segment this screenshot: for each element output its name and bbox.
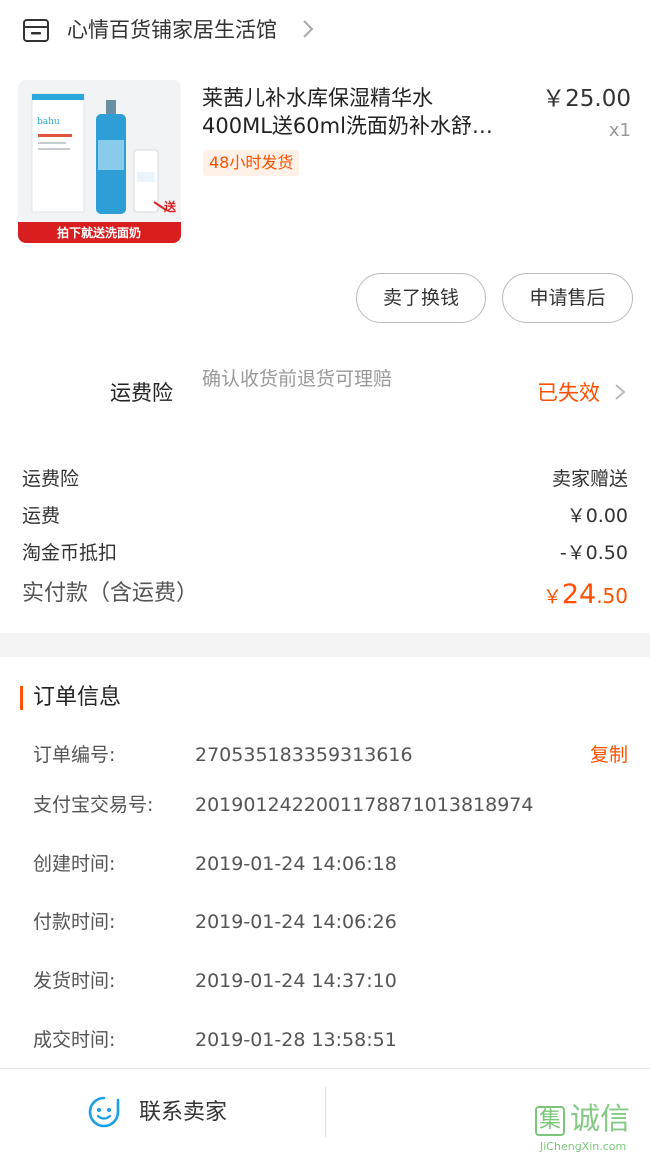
cost-value-shipping: ￥0.00	[566, 505, 628, 527]
insurance-status[interactable]: 已失效	[537, 377, 600, 409]
product-price: ￥25.00	[542, 86, 631, 112]
alipay-trade-label: 支付宝交易号:	[33, 794, 154, 816]
gift-tag-text: 送	[163, 199, 177, 214]
order-number-value: 270535183359313616	[195, 744, 413, 766]
cost-value-coin-discount: -￥0.50	[559, 542, 628, 564]
brand-text: bahu	[37, 117, 60, 127]
cost-label-insurance: 运费险	[22, 468, 80, 490]
insurance-label: 运费险	[110, 381, 173, 405]
section-divider	[0, 633, 650, 657]
product-photo: 送 bahu 拍下就送洗面奶	[18, 80, 181, 243]
completed-time-label: 成交时间:	[33, 1029, 116, 1051]
created-time-label: 创建时间:	[33, 853, 116, 875]
shipped-time-value: 2019-01-24 14:37:10	[195, 970, 397, 992]
shop-header[interactable]: 心情百货铺家居生活馆	[0, 0, 650, 60]
chevron-right-icon[interactable]	[614, 380, 626, 404]
order-number-label: 订单编号:	[33, 744, 116, 766]
shipped-time-label: 发货时间:	[33, 970, 116, 992]
paid-decimal: .50	[596, 584, 628, 608]
watermark-url: JiChengXin.com	[540, 1140, 627, 1153]
cost-label-coin-discount: 淘金币抵扣	[22, 542, 118, 564]
created-time-value: 2019-01-24 14:06:18	[195, 853, 397, 875]
watermark-name: 诚信	[570, 1102, 630, 1137]
product-title-line1: 莱茜儿补水库保湿精华水	[202, 86, 433, 110]
product-title-line2: 400ML送60ml洗面奶补水舒…	[202, 114, 493, 138]
paid-amount: ￥24.50	[543, 578, 628, 615]
completed-time-value: 2019-01-28 13:58:51	[195, 1029, 397, 1051]
paid-currency: ￥	[542, 586, 562, 608]
image-banner-text: 拍下就送洗面奶	[57, 225, 141, 240]
product-image[interactable]: 送 bahu 拍下就送洗面奶	[18, 80, 181, 243]
paid-time-value: 2019-01-24 14:06:26	[195, 911, 397, 933]
product-title[interactable]: 莱茜儿补水库保湿精华水 400ML送60ml洗面奶补水舒…	[202, 84, 532, 140]
watermark-logo: 集	[535, 1106, 565, 1136]
copy-button[interactable]: 复制	[590, 741, 628, 769]
cost-label-shipping: 运费	[22, 505, 61, 527]
order-info-title: 订单信息	[33, 685, 122, 710]
shop-icon	[23, 19, 49, 42]
section-accent-bar	[20, 686, 23, 710]
product-quantity: x1	[608, 120, 631, 141]
bottom-divider	[325, 1087, 326, 1137]
paid-integer: 24	[561, 579, 597, 610]
contact-seller-icon[interactable]	[87, 1095, 121, 1129]
paid-label: 实付款（含运费）	[22, 581, 199, 606]
chevron-right-icon	[303, 20, 314, 38]
alipay-trade-value: 2019012422001178871013818974	[195, 794, 534, 816]
after-sale-button[interactable]: 申请售后	[502, 273, 633, 323]
shop-name[interactable]: 心情百货铺家居生活馆	[67, 14, 277, 46]
contact-seller-button[interactable]: 联系卖家	[139, 1097, 227, 1129]
sell-button[interactable]: 卖了换钱	[356, 273, 486, 323]
insurance-description: 确认收货前退货可理赔	[202, 368, 393, 390]
shipping-tag: 48小时发货	[203, 150, 300, 176]
paid-time-label: 付款时间:	[33, 911, 116, 933]
cost-value-insurance: 卖家赠送	[551, 468, 628, 490]
